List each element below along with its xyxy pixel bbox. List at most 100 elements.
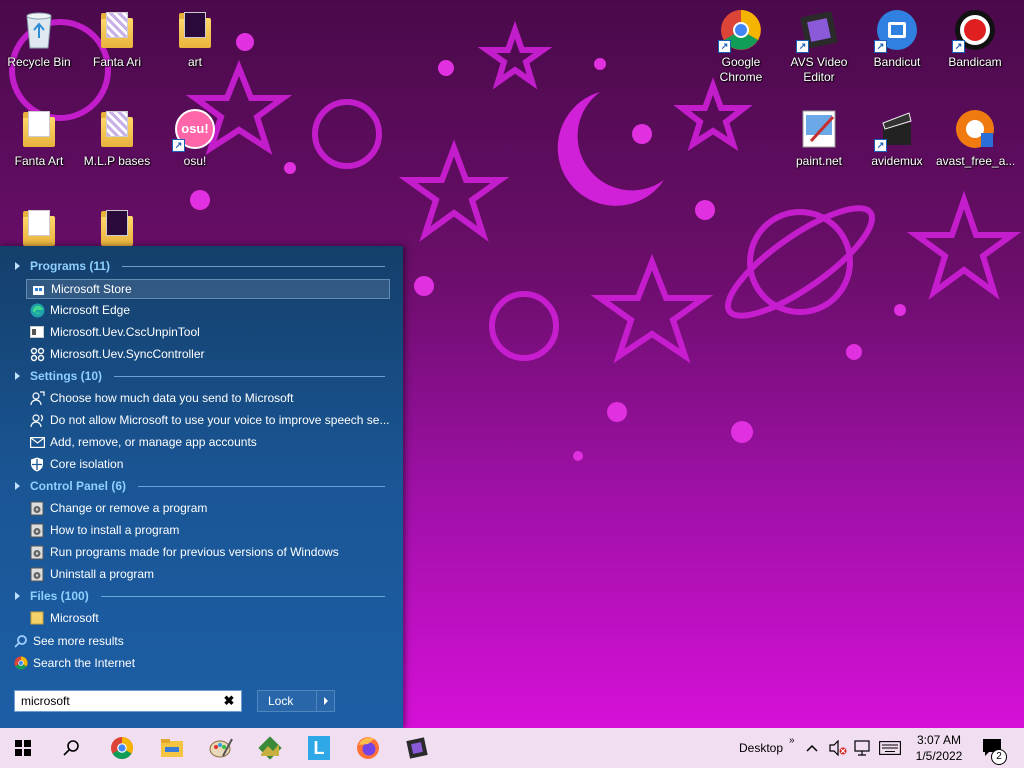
taskbar-firefox[interactable] <box>345 728 391 768</box>
result-app-accounts[interactable]: Add, remove, or manage app accounts <box>26 432 389 452</box>
result-label: Change or remove a program <box>50 501 208 515</box>
desktop-icon-avidemux[interactable]: ↗ avidemux <box>858 107 936 169</box>
desktop-icon-label: osu! <box>183 154 207 168</box>
start-menu: Programs (11) Microsoft Store Microsoft … <box>0 246 403 728</box>
planet-decoration <box>489 291 559 361</box>
star-decoration <box>906 190 1022 300</box>
see-more-results-link[interactable]: See more results <box>14 631 124 651</box>
action-center[interactable]: 2 <box>982 728 1007 768</box>
notification-count-badge: 2 <box>991 749 1007 765</box>
taskbar-video-editor[interactable] <box>394 728 440 768</box>
desktop-icon-bandicam[interactable]: ↗ Bandicam <box>936 8 1014 70</box>
result-folder-microsoft[interactable]: Microsoft <box>26 608 389 628</box>
desktop-icon-label: Fanta Ari <box>92 55 142 69</box>
desktop-icon-mlp-bases[interactable]: M.L.P bases <box>78 107 156 169</box>
group-heading-files[interactable]: Files (100) <box>15 586 385 606</box>
chrome-icon <box>111 737 133 759</box>
result-label: Microsoft.Uev.CscUnpinTool <box>50 325 200 339</box>
desktop-icon-bandicut[interactable]: ↗ Bandicut <box>858 8 936 70</box>
dot-decoration <box>284 162 296 174</box>
result-label: Do not allow Microsoft to use your voice… <box>50 413 389 427</box>
touch-keyboard[interactable] <box>879 728 901 768</box>
desktop-toolbar-label[interactable]: Desktop » <box>739 728 795 768</box>
chrome-icon <box>14 656 29 671</box>
search-internet-label: Search the Internet <box>33 656 136 670</box>
desktop-icon-avs-video-editor[interactable]: ↗ AVS Video Editor <box>780 8 858 85</box>
group-heading-settings[interactable]: Settings (10) <box>15 366 385 386</box>
dot-decoration <box>894 304 906 316</box>
lock-button[interactable]: Lock <box>257 690 335 712</box>
desktop-icon-fanta-art[interactable]: Fanta Art <box>0 107 78 169</box>
desktop-icon-avast-installer[interactable]: avast_free_a... <box>936 107 1014 169</box>
see-more-label: See more results <box>33 634 124 648</box>
desktop-icon-partial[interactable] <box>78 206 156 246</box>
taskbar-clock[interactable]: 3:07 AM 1/5/2022 <box>904 732 974 764</box>
programs-features-icon <box>29 500 45 516</box>
result-microsoft-edge[interactable]: Microsoft Edge <box>26 300 389 320</box>
windows-start-icon <box>15 740 31 756</box>
desktop-icon-label: M.L.P bases <box>83 154 151 168</box>
desktop-icon-google-chrome[interactable]: ↗ Google Chrome <box>702 8 780 85</box>
desktop-icon-paint-net[interactable]: paint.net <box>780 107 858 169</box>
volume-muted[interactable] <box>829 728 847 768</box>
taskbar-landscape-app[interactable] <box>247 728 293 768</box>
recycle-bin-icon <box>26 12 52 49</box>
group-heading-label: Control Panel (6) <box>30 479 127 493</box>
result-microsoft-store[interactable]: Microsoft Store <box>26 279 390 299</box>
taskbar-paint[interactable] <box>198 728 244 768</box>
power-options-arrow-icon[interactable] <box>316 691 334 711</box>
clear-search-icon[interactable]: ✖ <box>222 694 236 708</box>
result-uninstall-program[interactable]: Uninstall a program <box>26 564 389 584</box>
shield-icon <box>29 456 45 472</box>
video-editor-icon <box>406 737 428 759</box>
group-heading-control-panel[interactable]: Control Panel (6) <box>15 476 385 496</box>
folder-icon <box>23 111 55 147</box>
result-uev-cscunpintool[interactable]: Microsoft.Uev.CscUnpinTool <box>26 322 389 342</box>
search-input[interactable] <box>15 691 227 711</box>
dot-decoration <box>846 344 862 360</box>
result-change-remove-program[interactable]: Change or remove a program <box>26 498 389 518</box>
folder-icon <box>101 12 133 48</box>
landscape-app-icon <box>258 736 282 760</box>
desktop-label: Desktop <box>739 741 784 755</box>
store-bag-icon <box>30 281 46 297</box>
app-window-icon <box>29 324 45 340</box>
result-core-isolation[interactable]: Core isolation <box>26 454 389 474</box>
shortcut-arrow-icon: ↗ <box>172 139 185 152</box>
search-internet-link[interactable]: Search the Internet <box>14 653 135 673</box>
star-decoration <box>477 20 553 90</box>
dot-decoration <box>573 451 583 461</box>
desktop-icon-osu[interactable]: osu! ↗ osu! <box>156 107 234 169</box>
dot-decoration <box>414 276 434 296</box>
taskbar-search-button[interactable] <box>48 728 94 768</box>
taskbar-file-explorer[interactable] <box>149 728 195 768</box>
taskbar-chrome[interactable] <box>99 728 145 768</box>
desktop-icon-art[interactable]: art <box>156 8 234 70</box>
lock-button-label: Lock <box>268 694 294 708</box>
desktop-icon-partial[interactable] <box>0 206 78 246</box>
result-compat-programs[interactable]: Run programs made for previous versions … <box>26 542 389 562</box>
network-status[interactable] <box>854 728 872 768</box>
star-decoration <box>590 253 714 364</box>
show-hidden-icons[interactable] <box>806 728 818 768</box>
star-decoration <box>673 77 753 152</box>
desktop-icon-fanta-ari[interactable]: Fanta Ari <box>78 8 156 70</box>
sync-icon <box>29 346 45 362</box>
result-speech-privacy[interactable]: Do not allow Microsoft to use your voice… <box>26 410 389 430</box>
start-button[interactable] <box>0 728 46 768</box>
group-heading-label: Programs (11) <box>30 259 111 273</box>
desktop-icon-label: avast_free_a... <box>936 154 1014 168</box>
desktop-icon-label: AVS Video Editor <box>790 55 848 84</box>
firefox-icon <box>357 737 379 759</box>
folder-icon <box>101 111 133 147</box>
result-label: Core isolation <box>50 457 124 471</box>
desktop-icon-recycle-bin[interactable]: Recycle Bin <box>0 8 78 70</box>
result-uev-synccontroller[interactable]: Microsoft.Uev.SyncController <box>26 344 389 364</box>
toolbar-chevron-icon[interactable]: » <box>789 735 795 746</box>
result-how-to-install[interactable]: How to install a program <box>26 520 389 540</box>
group-heading-programs[interactable]: Programs (11) <box>15 256 385 276</box>
result-diagnostic-data[interactable]: Choose how much data you send to Microso… <box>26 388 389 408</box>
result-label: Microsoft Edge <box>50 303 131 317</box>
taskbar-l-app[interactable]: L <box>296 728 342 768</box>
shortcut-arrow-icon: ↗ <box>796 40 809 53</box>
